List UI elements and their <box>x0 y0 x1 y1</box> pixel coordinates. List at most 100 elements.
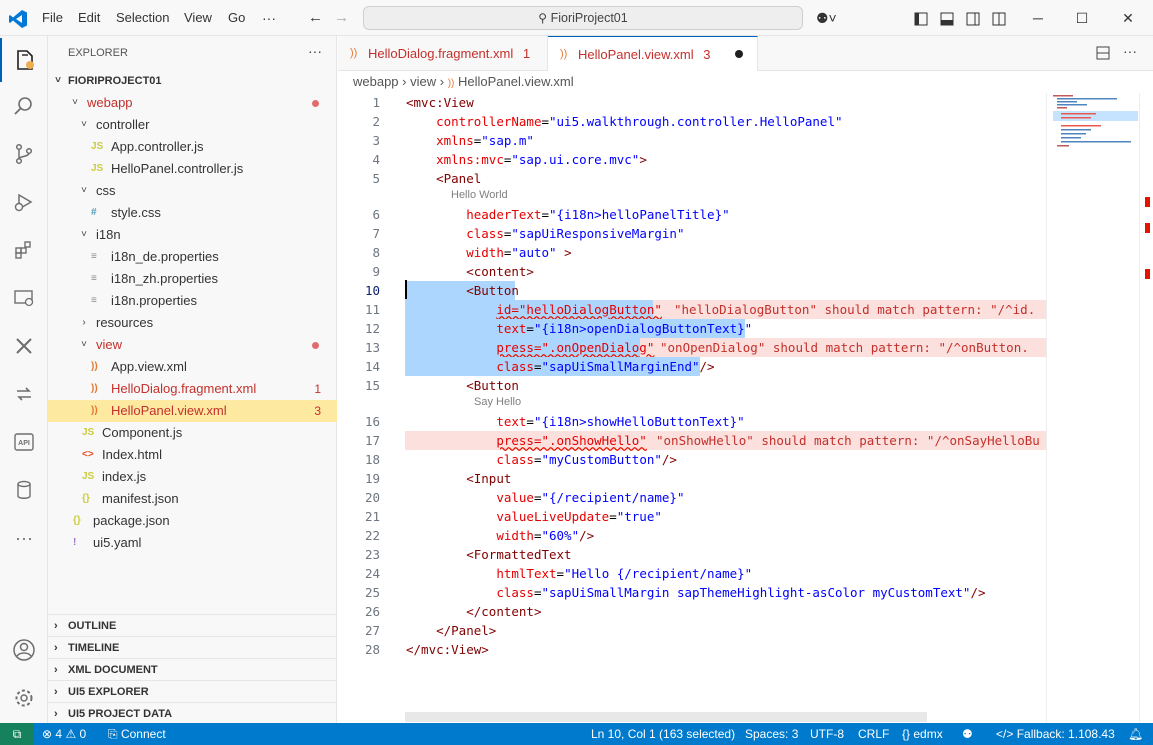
tree-item[interactable]: ≡ i18n.properties <box>48 290 337 312</box>
tree-item[interactable]: {} manifest.json <box>48 488 337 510</box>
menu-selection[interactable]: Selection <box>116 0 169 36</box>
code-line[interactable]: </mvc:View> <box>406 640 489 659</box>
explorer-icon[interactable] <box>0 38 48 82</box>
code-line[interactable]: controllerName="ui5.walkthrough.controll… <box>406 112 842 131</box>
toggle-panel-icon[interactable] <box>940 0 954 36</box>
code-line[interactable]: class="sapUiSmallMarginEnd"/> <box>406 357 714 376</box>
encoding[interactable]: UTF-8 <box>810 723 844 745</box>
remote-explorer-icon[interactable] <box>0 276 48 320</box>
code-line[interactable]: <Input <box>406 469 511 488</box>
source-control-icon[interactable] <box>0 132 48 176</box>
tree-item[interactable]: JS HelloPanel.controller.js <box>48 158 337 180</box>
horizontal-scrollbar[interactable] <box>405 712 927 722</box>
cursor-position[interactable]: Ln 10, Col 1 (163 selected) <box>591 723 735 745</box>
code-line[interactable]: valueLiveUpdate="true" <box>406 507 662 526</box>
menu-more[interactable]: ··· <box>262 0 276 36</box>
explorer-more-icon[interactable]: ··· <box>308 36 322 70</box>
extensions-icon[interactable] <box>0 228 48 272</box>
code-line[interactable]: class="sapUiResponsiveMargin" <box>406 224 684 243</box>
tab-hellopanel-view[interactable]: )) HelloPanel.view.xml 3 <box>548 36 758 71</box>
project-root[interactable]: ˅ FIORIPROJECT01 <box>48 70 337 92</box>
copilot-status-icon[interactable]: ⚉ <box>962 723 973 745</box>
code-line[interactable]: <Panel <box>406 169 481 188</box>
tree-item[interactable]: ˅ view <box>48 334 337 356</box>
code-line[interactable]: text="{i18n>showHelloButtonText}" <box>406 412 744 431</box>
code-line[interactable]: xmlns="sap.m" <box>406 131 534 150</box>
database-icon[interactable] <box>0 468 48 512</box>
account-icon[interactable] <box>0 628 48 672</box>
breadcrumb-file[interactable]: HelloPanel.view.xml <box>458 74 574 89</box>
code-line[interactable]: width="60%"/> <box>406 526 594 545</box>
tab-hellodialog-fragment[interactable]: )) HelloDialog.fragment.xml 1 <box>338 36 548 71</box>
code-line[interactable]: text="{i18n>openDialogButtonText}" <box>406 319 752 338</box>
code-line[interactable]: htmlText="Hello {/recipient/name}" <box>406 564 752 583</box>
tree-item[interactable]: )) HelloPanel.view.xml 3 <box>48 400 337 422</box>
problems-indicator[interactable]: ⊗ 4 ⚠ 0 <box>42 723 86 745</box>
tree-item[interactable]: JS App.controller.js <box>48 136 337 158</box>
tree-item[interactable]: JS Component.js <box>48 422 337 444</box>
code-line[interactable]: <FormattedText <box>406 545 571 564</box>
command-center-search[interactable]: ⚲ FioriProject01 <box>363 6 803 30</box>
menu-view[interactable]: View <box>184 0 212 36</box>
code-line[interactable]: <Button <box>406 281 519 300</box>
tree-item[interactable]: )) HelloDialog.fragment.xml 1 <box>48 378 337 400</box>
panel-header-outline[interactable]: › OUTLINE <box>48 614 337 636</box>
toggle-primary-sidebar-icon[interactable] <box>914 0 928 36</box>
code-line[interactable]: <Button <box>406 376 519 395</box>
breadcrumb-view[interactable]: view <box>410 74 436 89</box>
code-line[interactable]: value="{/recipient/name}" <box>406 488 684 507</box>
remote-indicator-icon[interactable]: ⧉ <box>0 723 34 745</box>
unsaved-dot-icon[interactable] <box>735 50 743 58</box>
sap-tools-icon[interactable] <box>0 324 48 368</box>
editor-more-icon[interactable]: ··· <box>1123 43 1137 59</box>
panel-header-ui5-explorer[interactable]: › UI5 EXPLORER <box>48 680 337 702</box>
tree-item[interactable]: # style.css <box>48 202 337 224</box>
tree-item[interactable]: ! ui5.yaml <box>48 532 337 554</box>
tree-item[interactable]: ≡ i18n_de.properties <box>48 246 337 268</box>
indentation[interactable]: Spaces: 3 <box>745 723 798 745</box>
code-line[interactable]: press=".onOpenDialog" <box>406 338 654 357</box>
panel-header-xml-document[interactable]: › XML DOCUMENT <box>48 658 337 680</box>
tree-item[interactable]: ˅ i18n <box>48 224 337 246</box>
code-line[interactable]: width="auto" > <box>406 243 571 262</box>
code-line[interactable]: xmlns:mvc="sap.ui.core.mvc"> <box>406 150 647 169</box>
search-icon[interactable] <box>0 84 48 128</box>
notifications-bell-icon[interactable]: 🔔︎ <box>1128 723 1143 745</box>
menu-edit[interactable]: Edit <box>78 0 100 36</box>
panel-header-timeline[interactable]: › TIMELINE <box>48 636 337 658</box>
maximize-icon[interactable]: ☐ <box>1062 0 1102 36</box>
tree-item[interactable]: ˅ controller <box>48 114 337 136</box>
menu-go[interactable]: Go <box>228 0 245 36</box>
settings-gear-icon[interactable] <box>0 676 48 720</box>
tree-item[interactable]: ≡ i18n_zh.properties <box>48 268 337 290</box>
code-line[interactable]: press=".onShowHello" <box>406 431 647 450</box>
code-line[interactable]: class="myCustomButton"/> <box>406 450 677 469</box>
tree-item[interactable]: › resources <box>48 312 337 334</box>
tree-item[interactable]: )) App.view.xml <box>48 356 337 378</box>
ui5-fallback-version[interactable]: </> Fallback: 1.108.43 <box>996 723 1115 745</box>
code-line[interactable]: class="sapUiSmallMargin sapThemeHighligh… <box>406 583 985 602</box>
minimize-icon[interactable]: ─ <box>1018 0 1058 36</box>
code-line[interactable]: </Panel> <box>406 621 496 640</box>
menu-file[interactable]: File <box>42 0 63 36</box>
vertical-scrollbar[interactable] <box>1139 93 1153 723</box>
tree-item[interactable]: ˅ webapp <box>48 92 337 114</box>
code-line[interactable]: headerText="{i18n>helloPanelTitle}" <box>406 205 729 224</box>
minimap[interactable] <box>1046 93 1153 723</box>
tree-item[interactable]: <> Index.html <box>48 444 337 466</box>
toggle-secondary-sidebar-icon[interactable] <box>966 0 980 36</box>
copilot-icon[interactable]: ⚉˅ <box>816 0 837 36</box>
forward-arrow-icon[interactable]: → <box>334 0 349 36</box>
breadcrumb-webapp[interactable]: webapp <box>353 74 399 89</box>
panel-header-ui5-project-data[interactable]: › UI5 PROJECT DATA <box>48 702 337 724</box>
code-editor[interactable]: 1 <mvc:View 2 controllerName="ui5.walkthro… <box>338 93 1046 723</box>
language-mode[interactable]: {} edmx <box>902 723 943 745</box>
back-arrow-icon[interactable]: ← <box>308 0 323 36</box>
code-line[interactable]: </content> <box>406 602 541 621</box>
tree-item[interactable]: {} package.json <box>48 510 337 532</box>
tree-item[interactable]: JS index.js <box>48 466 337 488</box>
code-line[interactable]: <content> <box>406 262 534 281</box>
connect-button[interactable]: ⎘ Connect <box>108 723 166 745</box>
tree-item[interactable]: ˅ css <box>48 180 337 202</box>
code-line[interactable]: id="helloDialogButton" <box>406 300 662 319</box>
